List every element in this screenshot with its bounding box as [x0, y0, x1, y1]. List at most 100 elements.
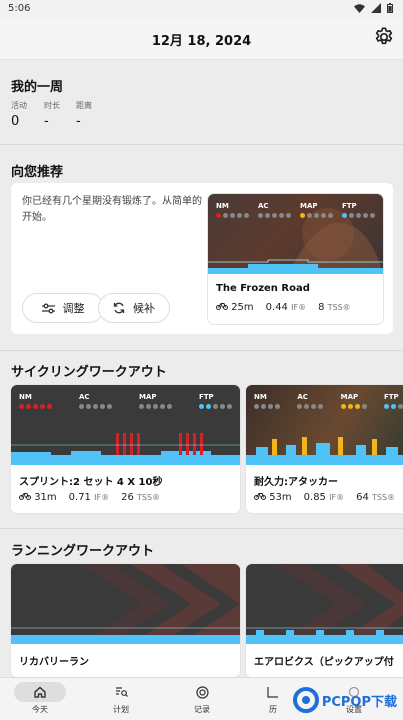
- stat-value: -: [76, 114, 81, 129]
- zone-indicators: NM AC MAP FTP: [19, 393, 232, 409]
- alternate-button[interactable]: 候补: [98, 293, 170, 323]
- stat-activities: 活动 0: [11, 100, 27, 129]
- workout-tss: 26: [121, 492, 134, 503]
- workout-metrics: 53m 0.85 IF® 64 TSS®: [254, 492, 395, 503]
- workout-name: 耐久力:アタッカー: [254, 477, 338, 488]
- stat-label: 活动: [11, 101, 27, 110]
- workout-intensity: 0.71: [68, 492, 91, 503]
- zone-indicators: NM AC MAP FTP: [254, 393, 403, 409]
- workout-chevrons-graphic: [246, 564, 403, 644]
- zone-label: NM: [19, 393, 32, 401]
- workout-thumbnail: [246, 564, 403, 644]
- section-divider: [0, 144, 403, 145]
- gear-icon[interactable]: [373, 26, 395, 48]
- tab-history[interactable]: 历: [253, 682, 293, 715]
- pcpop-logo-icon: [292, 687, 319, 713]
- tab-label: 今天: [32, 705, 48, 714]
- stat-value: 0: [11, 114, 20, 129]
- workout-duration: 25m: [231, 302, 254, 313]
- zone-map: MAP: [139, 393, 172, 409]
- workout-name: The Frozen Road: [216, 283, 310, 294]
- zone-label: FTP: [199, 393, 214, 401]
- workout-tss: 8: [318, 302, 325, 313]
- zone-nm: NM: [216, 202, 249, 218]
- zone-label: MAP: [300, 202, 318, 210]
- zone-map: MAP: [300, 202, 333, 218]
- zone-label: FTP: [342, 202, 357, 210]
- week-title: 我的一周: [11, 80, 64, 95]
- if-unit: IF®: [291, 303, 307, 312]
- plan-search-icon: [115, 687, 128, 697]
- section-divider: [0, 350, 403, 351]
- workout-name: リカバリーラン: [19, 657, 89, 668]
- bike-icon: [254, 493, 266, 500]
- workout-card-sprint[interactable]: NM AC MAP FTP スプリント:2 セット 4 X 10秒 31m 0.…: [11, 385, 240, 513]
- header-date[interactable]: 12月 18, 2024: [0, 30, 403, 49]
- stat-label: 距离: [76, 101, 92, 110]
- stat-distance: 距离 -: [76, 100, 92, 129]
- workout-thumbnail: NM AC MAP FTP: [11, 385, 240, 465]
- workout-metrics: 31m 0.71 IF® 26 TSS®: [19, 492, 160, 503]
- wifi-icon: [354, 3, 365, 13]
- home-icon: [34, 686, 46, 698]
- refresh-icon: [113, 302, 125, 314]
- bike-icon: [19, 493, 31, 500]
- zone-ftp: FTP: [342, 202, 375, 218]
- workout-card-endurance[interactable]: NM AC MAP FTP 耐久力:アタッカー 53m 0.85 IF® 64 …: [246, 385, 403, 513]
- workout-chevrons-graphic: [11, 564, 240, 644]
- tss-unit: TSS®: [327, 303, 351, 312]
- running-title: ランニングワークアウト: [11, 544, 155, 559]
- signal-icon: [371, 3, 381, 13]
- tab-plan[interactable]: 计划: [91, 682, 151, 715]
- zone-label: NM: [216, 202, 229, 210]
- workout-card-aerobics[interactable]: エアロビクス（ピックアップ付: [246, 564, 403, 677]
- zone-ac: AC: [297, 393, 324, 409]
- zone-label: FTP: [383, 393, 399, 401]
- section-divider: [0, 528, 403, 529]
- history-chart-icon: [267, 687, 278, 698]
- zone-label: MAP: [340, 393, 359, 401]
- tab-label: 历: [269, 705, 277, 714]
- tab-label: 计划: [113, 705, 129, 714]
- zone-nm: NM: [254, 393, 280, 409]
- stat-duration: 时长 -: [44, 100, 60, 129]
- zone-ftp: FTP: [383, 393, 403, 409]
- tab-label: 记录: [194, 705, 210, 714]
- app-header: 12月 18, 2024: [0, 18, 403, 60]
- if-unit: IF®: [329, 493, 345, 502]
- zone-label: NM: [254, 393, 267, 401]
- tab-record[interactable]: 记录: [172, 682, 232, 715]
- tab-today[interactable]: 今天: [10, 682, 70, 715]
- workout-tss: 64: [356, 492, 369, 503]
- zone-label: AC: [297, 393, 308, 401]
- if-unit: IF®: [94, 493, 110, 502]
- workout-name: エアロビクス（ピックアップ付: [254, 657, 394, 668]
- sliders-icon: [41, 303, 55, 313]
- workout-intensity: 0.44: [265, 302, 288, 313]
- stat-value: -: [44, 114, 49, 129]
- recommend-title: 向您推荐: [11, 165, 64, 180]
- recommend-message: 你已经有几个星期没有锻炼了。从简单的开始。: [22, 196, 202, 223]
- tss-unit: TSS®: [372, 493, 396, 502]
- stat-label: 时长: [44, 101, 60, 110]
- zone-ac: AC: [258, 202, 291, 218]
- workout-thumbnail: [11, 564, 240, 644]
- zone-label: AC: [79, 393, 90, 401]
- workout-duration: 31m: [34, 492, 57, 503]
- zone-ac: AC: [79, 393, 112, 409]
- pcpop-watermark: PCPOP下载: [292, 683, 397, 717]
- status-icons: [354, 3, 393, 13]
- zone-label: AC: [258, 202, 269, 210]
- watermark-text: PCPOP下载: [321, 694, 397, 710]
- workout-name: スプリント:2 セット 4 X 10秒: [19, 477, 163, 488]
- adjust-button[interactable]: 调整: [22, 293, 104, 323]
- workout-card-recovery-run[interactable]: リカバリーラン: [11, 564, 240, 677]
- workout-duration: 53m: [269, 492, 292, 503]
- cycling-title: サイクリングワークアウト: [11, 365, 167, 380]
- workout-thumbnail: NM AC MAP FTP: [246, 385, 403, 465]
- status-bar: 5:06: [0, 0, 403, 18]
- workout-card-frozen-road[interactable]: NM AC MAP FTP The Frozen Road 25m 0.44 I…: [208, 194, 383, 324]
- status-time: 5:06: [8, 3, 31, 14]
- workout-intensity: 0.85: [303, 492, 326, 503]
- zone-ftp: FTP: [199, 393, 232, 409]
